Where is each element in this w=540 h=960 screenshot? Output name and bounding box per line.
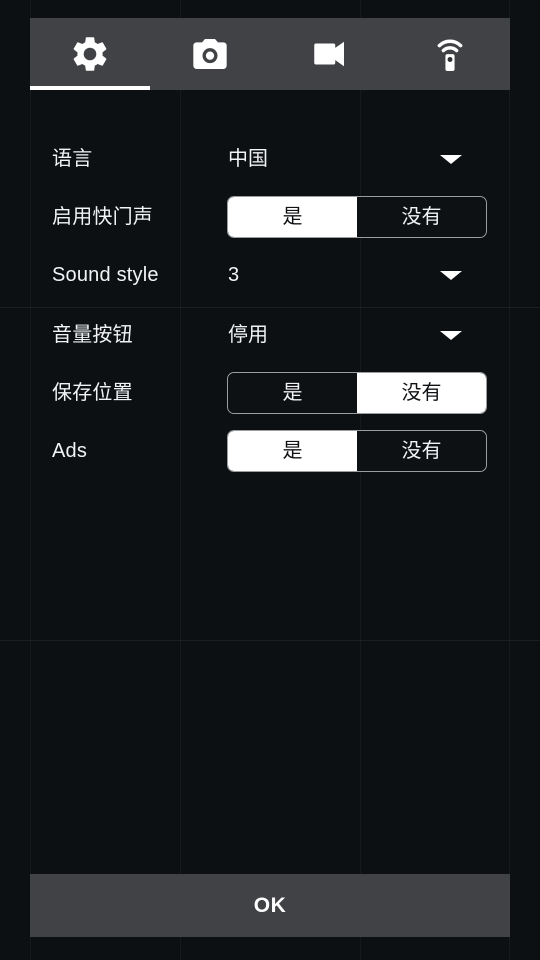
gear-icon: [69, 33, 111, 75]
save-location-option-yes[interactable]: 是: [228, 373, 357, 413]
setting-row-language: 语言 中国: [0, 130, 540, 188]
grid-line: [0, 640, 540, 641]
setting-row-save-location: 保存位置 是 没有: [0, 364, 540, 422]
tab-remote[interactable]: [390, 18, 510, 90]
tab-bar: [30, 18, 510, 90]
shutter-sound-option-yes[interactable]: 是: [228, 197, 357, 237]
ads-segmented-control: 是 没有: [227, 430, 487, 472]
setting-label-ads: Ads: [52, 440, 88, 462]
video-camera-icon: [309, 33, 351, 75]
setting-label-save-location: 保存位置: [52, 382, 133, 404]
setting-label-sound-style: Sound style: [52, 264, 159, 286]
tab-active-indicator: [30, 86, 150, 90]
chevron-down-icon[interactable]: [440, 330, 462, 340]
save-location-segmented-control: 是 没有: [227, 372, 487, 414]
setting-row-volume-button: 音量按钮 停用: [0, 306, 540, 364]
chevron-down-icon[interactable]: [440, 154, 462, 164]
ads-option-no[interactable]: 没有: [357, 431, 486, 471]
settings-screen: 语言 中国 启用快门声 是 没有 Sound style 3 音量按钮 停用 保…: [0, 0, 540, 960]
tab-photo[interactable]: [150, 18, 270, 90]
wifi-remote-icon: [428, 32, 472, 76]
tab-video[interactable]: [270, 18, 390, 90]
setting-label-shutter-sound: 启用快门声: [52, 206, 153, 228]
ok-button[interactable]: OK: [30, 874, 510, 937]
setting-row-ads: Ads 是 没有: [0, 422, 540, 480]
chevron-down-icon[interactable]: [440, 270, 462, 280]
save-location-option-no[interactable]: 没有: [357, 373, 486, 413]
setting-value-sound-style: 3: [228, 264, 240, 286]
ok-button-label: OK: [253, 893, 287, 917]
setting-label-volume-button: 音量按钮: [52, 324, 133, 346]
shutter-sound-segmented-control: 是 没有: [227, 196, 487, 238]
setting-value-volume-button: 停用: [228, 324, 268, 346]
setting-row-sound-style: Sound style 3: [0, 246, 540, 304]
ads-option-yes[interactable]: 是: [228, 431, 357, 471]
shutter-sound-option-no[interactable]: 没有: [357, 197, 486, 237]
tab-settings[interactable]: [30, 18, 150, 90]
camera-icon: [190, 34, 230, 74]
setting-row-shutter-sound: 启用快门声 是 没有: [0, 188, 540, 246]
settings-list: 语言 中国 启用快门声 是 没有 Sound style 3 音量按钮 停用 保…: [0, 130, 540, 480]
setting-label-language: 语言: [52, 148, 93, 170]
setting-value-language: 中国: [228, 148, 268, 170]
